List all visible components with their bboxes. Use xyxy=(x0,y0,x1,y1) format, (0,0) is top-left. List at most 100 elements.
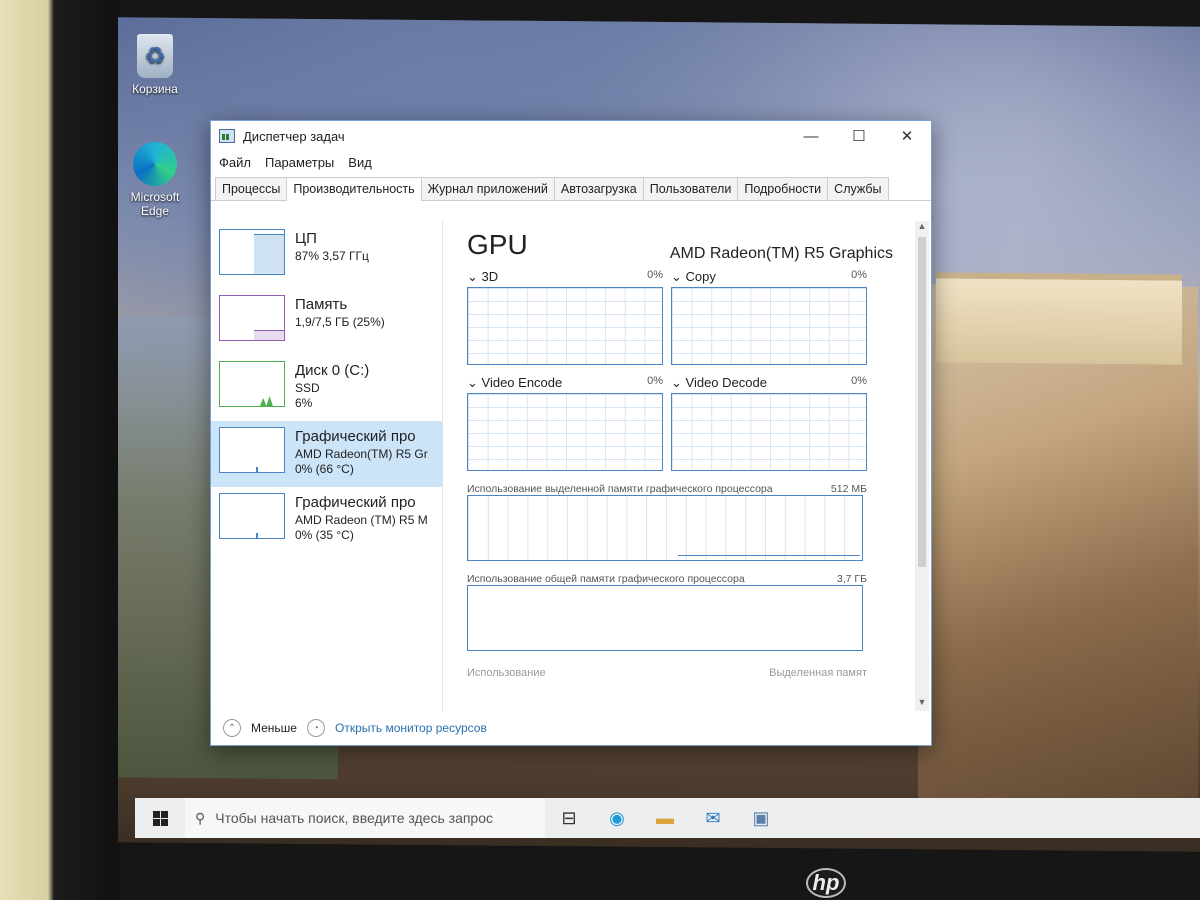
resource-detail: 0% (35 °C) xyxy=(295,528,354,542)
fewer-details-button[interactable]: Меньше xyxy=(251,721,297,735)
resource-detail: AMD Radeon(TM) R5 Gr xyxy=(295,447,428,461)
resource-item-disk[interactable]: Диск 0 (C:) SSD 6% xyxy=(211,355,442,421)
tab-startup[interactable]: Автозагрузка xyxy=(553,177,644,200)
memory-mini-graph xyxy=(219,295,285,341)
resource-detail: 1,9/7,5 ГБ (25%) xyxy=(295,315,385,329)
engine-copy[interactable]: ⌄ Copy 0% xyxy=(671,269,867,365)
engine-selector[interactable]: ⌄ 3D xyxy=(467,269,498,285)
engine-name: 3D xyxy=(481,269,499,284)
window-footer: ⌃ Меньше ◔ Открыть монитор ресурсов xyxy=(211,711,931,745)
scroll-down-icon[interactable]: ▼ xyxy=(915,697,929,711)
tab-performance[interactable]: Производительность xyxy=(286,177,422,201)
scroll-up-icon[interactable]: ▲ xyxy=(915,221,929,235)
file-explorer-icon[interactable]: ▬ xyxy=(641,808,689,829)
resource-monitor-icon: ◔ xyxy=(306,719,325,737)
engine-video-decode[interactable]: ⌄ Video Decode 0% xyxy=(671,375,867,471)
edge-taskbar-icon[interactable]: ◉ xyxy=(593,808,641,829)
chevron-up-icon[interactable]: ⌃ xyxy=(223,719,241,737)
dedicated-memory-value: 512 МБ xyxy=(830,483,867,495)
resource-detail: 0% (66 °C) xyxy=(295,462,354,476)
tab-bar: Процессы Производительность Журнал прило… xyxy=(211,177,931,201)
taskbar-search[interactable]: ⚲ Чтобы начать поиск, введите здесь запр… xyxy=(185,798,545,838)
search-placeholder: Чтобы начать поиск, введите здесь запрос xyxy=(215,810,494,826)
start-button[interactable] xyxy=(135,810,185,826)
resource-detail: 6% xyxy=(295,396,313,410)
tab-users[interactable]: Пользователи xyxy=(642,177,739,200)
hp-logo: hp xyxy=(806,868,846,898)
resource-name: Память xyxy=(295,296,348,313)
gpu-model-name: AMD Radeon(TM) R5 Graphics xyxy=(669,245,893,262)
search-icon: ⚲ xyxy=(195,809,206,826)
desktop-icon-label: Microsoft Edge xyxy=(130,190,180,218)
resource-item-gpu-1[interactable]: Графический про AMD Radeon (TM) R5 M 0% … xyxy=(211,487,442,553)
gpu1-mini-graph xyxy=(219,493,285,539)
menu-options[interactable]: Параметры xyxy=(265,155,334,170)
cpu-mini-graph xyxy=(219,229,285,275)
task-manager-icon xyxy=(219,129,235,143)
resource-name: Графический про xyxy=(295,428,416,445)
dedicated-memory-stat-label: Выделенная памят xyxy=(769,667,867,679)
menu-view[interactable]: Вид xyxy=(348,155,372,170)
resource-name: ЦП xyxy=(295,230,317,247)
open-resource-monitor-link[interactable]: Открыть монитор ресурсов xyxy=(335,721,487,735)
engine-selector[interactable]: ⌄ Copy xyxy=(671,269,716,285)
edge-icon: e xyxy=(133,142,177,186)
tab-processes[interactable]: Процессы xyxy=(215,177,288,200)
engine-name: Video Encode xyxy=(481,375,563,390)
engine-3d[interactable]: ⌄ 3D 0% xyxy=(467,269,663,365)
engine-name: Copy xyxy=(685,269,716,284)
tab-details[interactable]: Подробности xyxy=(737,177,829,200)
wallpaper-building xyxy=(936,272,1182,365)
taskbar: ⚲ Чтобы начать поиск, введите здесь запр… xyxy=(135,798,1200,838)
resource-detail: SSD xyxy=(295,381,320,395)
scrollbar-thumb[interactable] xyxy=(918,237,926,567)
usage-label: Использование xyxy=(467,667,546,679)
desktop-icon-label: Корзина xyxy=(132,82,178,96)
gpu0-mini-graph xyxy=(219,427,285,473)
dedicated-memory-label: Использование выделенной памяти графичес… xyxy=(467,483,773,495)
tab-services[interactable]: Службы xyxy=(827,177,889,200)
performance-content: ЦП 87% 3,57 ГГц Память 1,9/7,5 ГБ (25%) … xyxy=(211,221,931,711)
resource-name: Диск 0 (C:) xyxy=(295,362,370,379)
menu-file[interactable]: Файл xyxy=(219,155,251,170)
task-manager-window: Диспетчер задач — ☐ ✕ Файл Параметры Вид… xyxy=(210,120,932,746)
engine-percent: 0% xyxy=(647,269,663,281)
mail-icon[interactable]: ✉ xyxy=(689,808,737,829)
engine-selector[interactable]: ⌄ Video Encode xyxy=(467,375,562,391)
engine-percent: 0% xyxy=(851,269,867,281)
task-view-icon[interactable]: ⊟ xyxy=(545,808,593,829)
close-button[interactable]: ✕ xyxy=(883,121,931,151)
tab-app-history[interactable]: Журнал приложений xyxy=(420,177,555,200)
windows-logo-icon xyxy=(152,810,168,826)
desktop-icon-edge[interactable]: e Microsoft Edge xyxy=(120,142,190,218)
vertical-scrollbar[interactable]: ▲ ▼ xyxy=(915,221,929,711)
resource-name: Графический про xyxy=(295,494,416,511)
resource-detail: AMD Radeon (TM) R5 M xyxy=(295,513,428,527)
resource-item-gpu-0[interactable]: Графический про AMD Radeon(TM) R5 Gr 0% … xyxy=(211,421,442,487)
shared-memory-graph xyxy=(467,585,863,651)
engine-graphs: ⌄ 3D 0% ⌄ Copy 0% ⌄ Video Encode 0% ⌄ Video… xyxy=(467,269,913,471)
desktop-icon-recycle-bin[interactable]: ♻ Корзина xyxy=(120,34,190,96)
engine-selector[interactable]: ⌄ Video Decode xyxy=(671,375,767,391)
task-manager-taskbar-icon[interactable]: ▣ xyxy=(737,808,785,829)
shared-memory-value: 3,7 ГБ xyxy=(836,573,867,585)
resource-item-memory[interactable]: Память 1,9/7,5 ГБ (25%) xyxy=(211,289,442,355)
shared-memory-label: Использование общей памяти графического … xyxy=(467,573,745,585)
engine-percent: 0% xyxy=(851,375,867,387)
engine-graph xyxy=(671,287,867,365)
engine-graph xyxy=(671,393,867,471)
disk-mini-graph xyxy=(219,361,285,407)
engine-graph xyxy=(467,393,663,471)
engine-name: Video Decode xyxy=(685,375,767,390)
gpu-detail-pane: GPU AMD Radeon(TM) R5 Graphics ⌄ 3D 0% ⌄ … xyxy=(443,221,931,711)
maximize-button[interactable]: ☐ xyxy=(835,121,883,151)
title-bar[interactable]: Диспетчер задач — ☐ ✕ xyxy=(211,121,931,151)
engine-video-encode[interactable]: ⌄ Video Encode 0% xyxy=(467,375,663,471)
laptop-bezel xyxy=(0,0,120,900)
resource-detail: 87% 3,57 ГГц xyxy=(295,249,369,263)
resource-list: ЦП 87% 3,57 ГГц Память 1,9/7,5 ГБ (25%) … xyxy=(211,221,443,711)
window-title: Диспетчер задач xyxy=(243,128,345,144)
minimize-button[interactable]: — xyxy=(787,121,835,151)
resource-item-cpu[interactable]: ЦП 87% 3,57 ГГц xyxy=(211,223,442,289)
menu-bar: Файл Параметры Вид xyxy=(211,151,931,173)
